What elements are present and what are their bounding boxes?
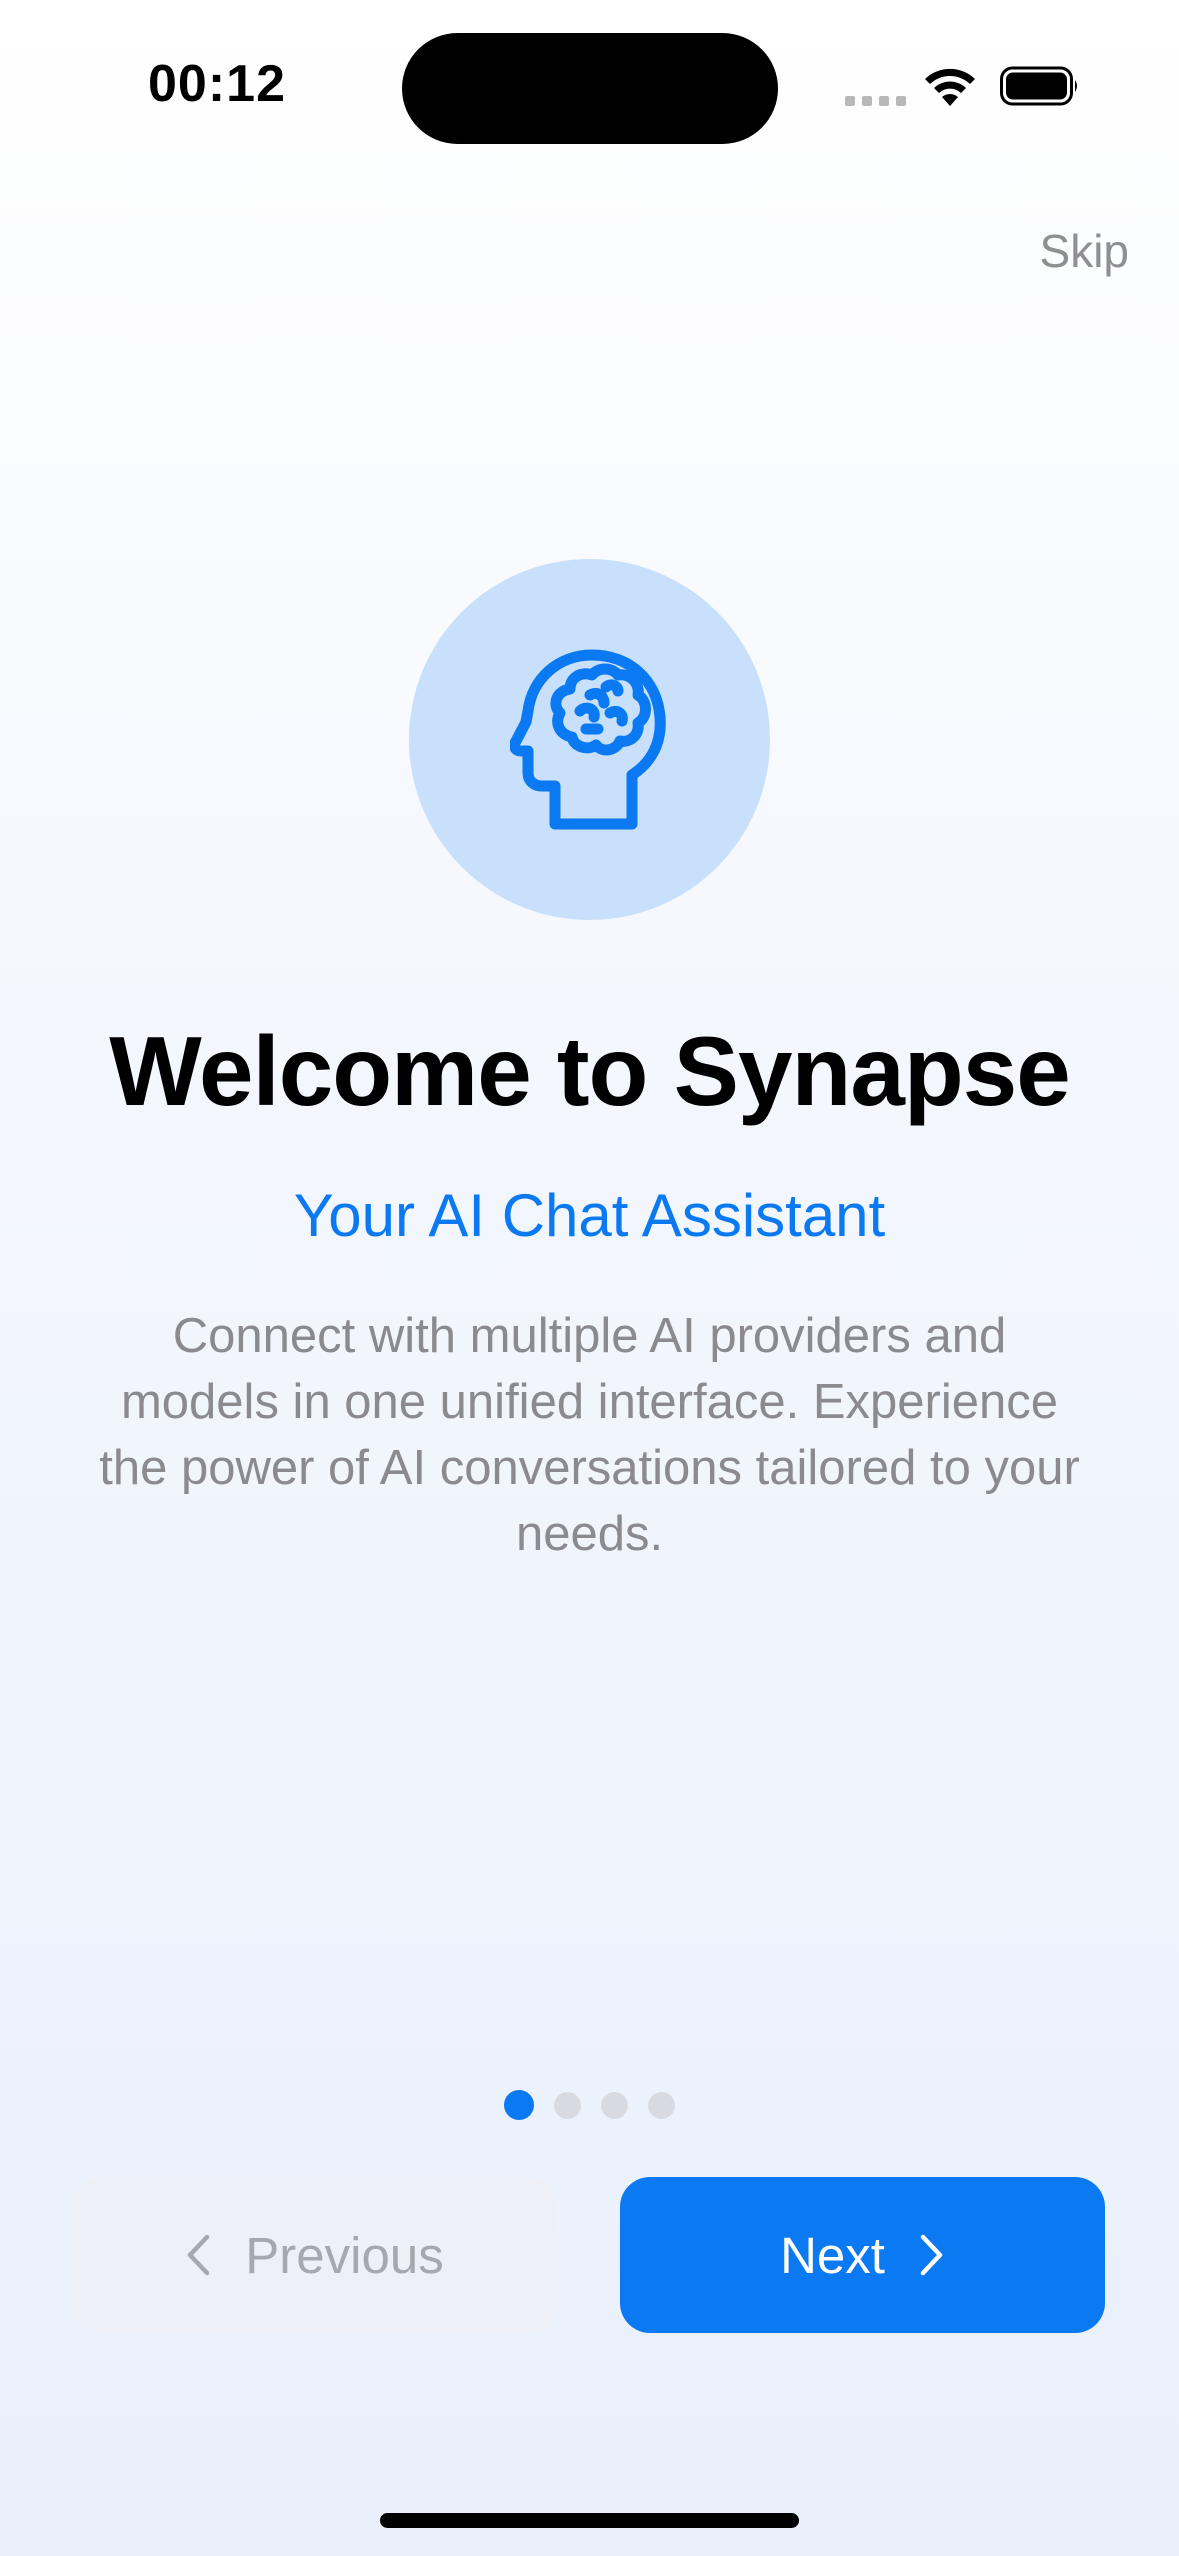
page-title: Welcome to Synapse bbox=[109, 1016, 1071, 1126]
chevron-left-icon bbox=[188, 2234, 210, 2276]
chevron-right-icon bbox=[920, 2234, 943, 2276]
page-subtitle: Your AI Chat Assistant bbox=[293, 1182, 886, 1249]
next-button-label: Next bbox=[780, 2226, 885, 2284]
page-dot-2[interactable] bbox=[554, 2091, 581, 2119]
page-dot-1[interactable] bbox=[504, 2090, 534, 2120]
status-time: 00:12 bbox=[148, 55, 286, 113]
cellular-signal-icon bbox=[845, 96, 906, 106]
home-indicator[interactable] bbox=[380, 2513, 799, 2528]
brain-head-icon bbox=[509, 649, 666, 830]
page-indicator[interactable] bbox=[0, 2090, 1179, 2120]
wifi-icon bbox=[925, 68, 975, 106]
previous-button-label: Previous bbox=[245, 2226, 444, 2284]
status-bar: 00:12 bbox=[0, 0, 1179, 170]
hero-illustration bbox=[409, 559, 770, 920]
dynamic-island bbox=[402, 33, 778, 144]
battery-icon bbox=[1000, 66, 1077, 106]
page-description: Connect with multiple AI providers and m… bbox=[99, 1309, 1080, 1561]
next-button[interactable]: Next bbox=[620, 2177, 1105, 2333]
page-dot-4[interactable] bbox=[648, 2091, 675, 2119]
page-dot-3[interactable] bbox=[601, 2091, 628, 2119]
previous-button[interactable]: Previous bbox=[72, 2177, 557, 2333]
skip-button[interactable]: Skip bbox=[1040, 224, 1129, 278]
